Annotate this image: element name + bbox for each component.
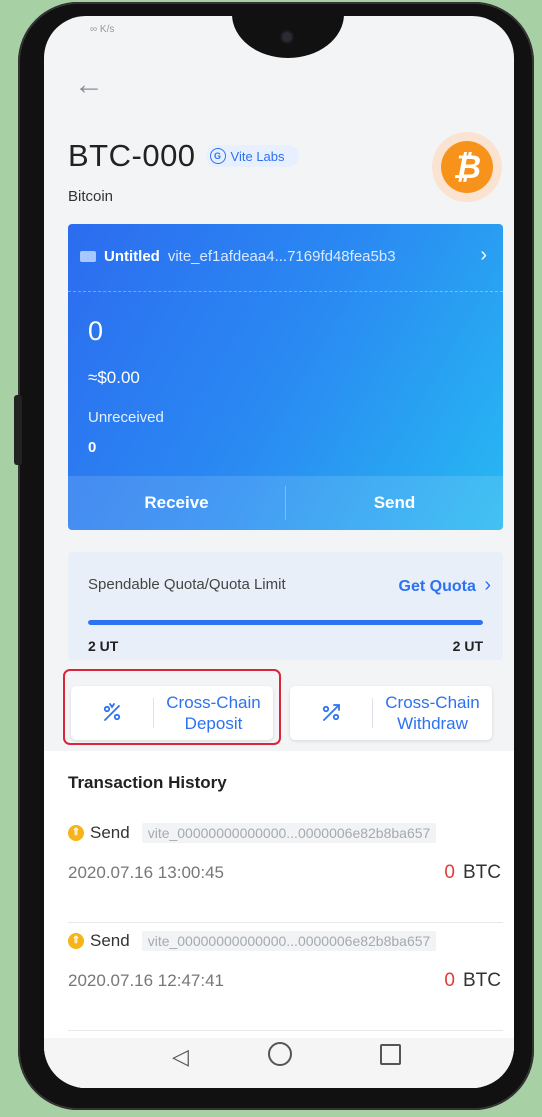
coin-icon: ⇑ <box>68 933 84 949</box>
fiat-value: ≈$0.00 <box>88 368 140 387</box>
amount-unit: BTC <box>463 970 501 991</box>
transaction-amount: 0 BTC <box>444 970 501 992</box>
system-navigation-bar: ◁ <box>44 1038 514 1088</box>
transaction-header: ⇑ Send vite_00000000000000...0000006e82b… <box>68 929 437 953</box>
token-title: BTC-000 <box>68 138 196 173</box>
card-divider <box>68 291 503 292</box>
get-quota-label: Get Quota <box>398 578 476 595</box>
wallet-row[interactable]: Untitled vite_ef1afdeaa4...7169fd48fea5b… <box>80 244 489 268</box>
vite-labs-badge-icon: G <box>209 148 226 164</box>
status-network: ∞ K/s <box>90 24 115 35</box>
token-header: BTC-000 G Vite Labs <box>68 134 299 178</box>
cross-chain-withdraw-icon <box>290 686 372 740</box>
issuer-badge[interactable]: G Vite Labs <box>205 145 299 167</box>
app-screen: ∞ K/s ← BTC-000 G Vite Labs Bitcoin ₿ Un… <box>44 16 514 1088</box>
deposit-highlight-box <box>63 669 281 745</box>
amount-value: 0 <box>444 862 455 883</box>
cross-chain-withdraw-label: Cross-Chain Withdraw <box>385 693 480 733</box>
wallet-icon <box>80 250 96 262</box>
amount-unit: BTC <box>463 862 501 883</box>
back-arrow-icon[interactable]: ← <box>74 68 108 102</box>
quota-spendable: 2 UT <box>88 638 119 654</box>
transaction-amount: 0 BTC <box>444 862 501 884</box>
chevron-right-icon: › <box>484 574 491 596</box>
send-button[interactable]: Send <box>286 476 503 530</box>
transaction-header: ⇑ Send vite_00000000000000...0000006e82b… <box>68 821 437 845</box>
quota-panel: Spendable Quota/Quota Limit Get Quota › … <box>68 552 503 660</box>
nav-back-icon[interactable]: ◁ <box>172 1044 189 1070</box>
transaction-time: 2020.07.16 12:47:41 <box>68 971 224 990</box>
camera-icon <box>282 32 292 42</box>
transaction-address: vite_00000000000000...0000006e82b8ba657 <box>141 931 437 951</box>
transaction-row[interactable]: ⇑ Send vite_00000000000000...0000006e82b… <box>68 821 503 923</box>
transaction-type: Send <box>90 931 130 950</box>
receive-button[interactable]: Receive <box>68 476 285 530</box>
phone-side-button <box>14 395 22 465</box>
transaction-history-title: Transaction History <box>68 773 227 792</box>
quota-progress-fill <box>88 620 483 625</box>
cross-chain-withdraw-button[interactable]: Cross-Chain Withdraw <box>290 686 492 740</box>
wallet-name: Untitled <box>104 247 160 265</box>
transaction-address: vite_00000000000000...0000006e82b8ba657 <box>141 823 437 843</box>
quota-limit: 2 UT <box>452 638 483 654</box>
nav-home-icon[interactable] <box>268 1042 292 1066</box>
transaction-row[interactable]: ⇑ Send vite_00000000000000...0000006e82b… <box>68 929 503 1031</box>
transaction-type: Send <box>90 823 130 842</box>
nav-recent-icon[interactable] <box>380 1044 401 1065</box>
row-divider <box>68 922 503 923</box>
token-subtitle: Bitcoin <box>68 188 114 205</box>
coin-icon: ⇑ <box>68 825 84 841</box>
transaction-time: 2020.07.16 13:00:45 <box>68 863 224 882</box>
camera-notch <box>232 16 344 58</box>
unreceived-value: 0 <box>88 439 97 456</box>
card-actions: Receive Send <box>68 476 503 530</box>
amount-value: 0 <box>444 970 455 991</box>
get-quota-button[interactable]: Get Quota › <box>399 574 491 597</box>
unreceived-label: Unreceived <box>88 409 164 426</box>
bitcoin-logo-icon: ₿ <box>432 132 502 202</box>
wallet-address: vite_ef1afdeaa4...7169fd48fea5b3 <box>167 247 396 265</box>
bitcoin-glyph: ₿ <box>441 141 493 193</box>
quota-label: Spendable Quota/Quota Limit <box>88 576 286 593</box>
quota-progress-bar <box>88 620 483 625</box>
account-card: Untitled vite_ef1afdeaa4...7169fd48fea5b… <box>68 224 503 530</box>
token-balance: 0 <box>88 316 104 346</box>
issuer-label: Vite Labs <box>230 148 285 164</box>
chevron-right-icon[interactable]: › <box>480 244 487 267</box>
row-divider <box>68 1030 503 1031</box>
